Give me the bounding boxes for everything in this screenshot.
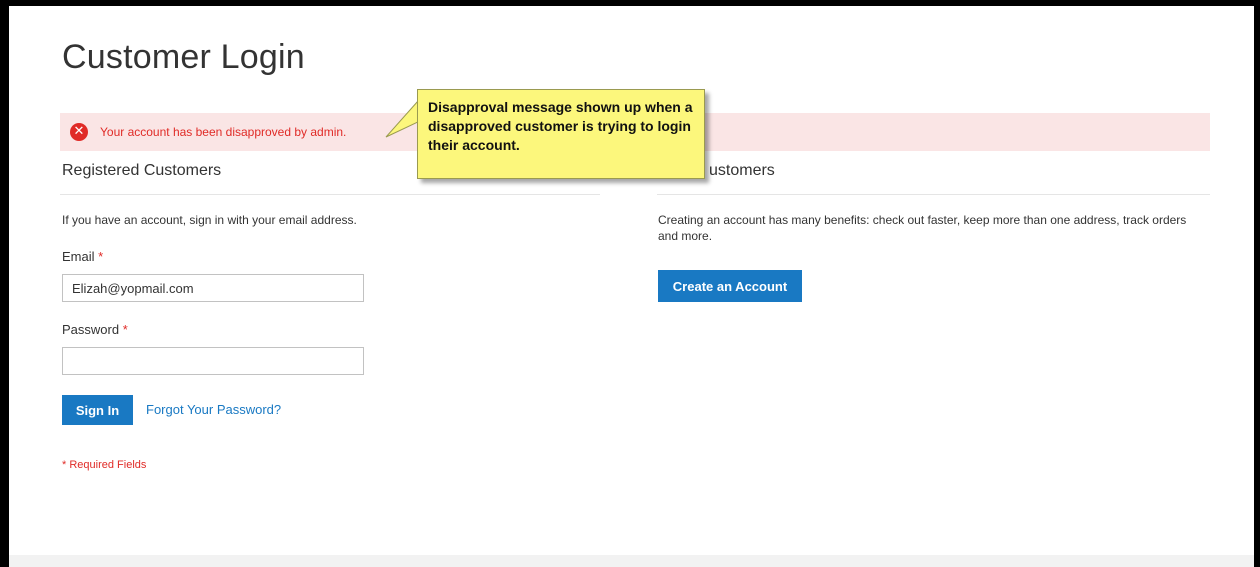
new-customers-title: ustomers	[709, 162, 775, 179]
registered-divider	[60, 194, 600, 195]
sign-in-button[interactable]: Sign In	[62, 395, 133, 425]
page-title: Customer Login	[62, 38, 305, 76]
email-label: Email *	[62, 249, 103, 264]
registered-customers-title: Registered Customers	[62, 162, 222, 179]
new-customers-intro: Creating an account has many benefits: c…	[658, 213, 1187, 243]
footer-band	[9, 555, 1254, 567]
password-label: Password *	[62, 322, 128, 337]
annotation-callout: Disapproval message shown up when a disa…	[417, 89, 705, 179]
password-label-text: Password	[62, 322, 120, 337]
email-label-text: Email	[62, 249, 95, 264]
forgot-password-link[interactable]: Forgot Your Password?	[146, 402, 281, 417]
password-required-star: *	[122, 322, 128, 337]
email-field[interactable]	[62, 274, 364, 302]
registered-intro: If you have an account, sign in with you…	[62, 213, 357, 227]
password-field[interactable]	[62, 347, 364, 375]
error-x-icon: ✕	[70, 123, 88, 141]
email-required-star: *	[98, 249, 104, 264]
error-message-text: Your account has been disapproved by adm…	[100, 125, 347, 139]
new-customers-divider	[657, 194, 1210, 195]
required-fields-note: * Required Fields	[62, 459, 147, 471]
login-page: Customer Login ✕ Your account has been d…	[9, 6, 1254, 567]
create-account-button[interactable]: Create an Account	[658, 270, 802, 302]
